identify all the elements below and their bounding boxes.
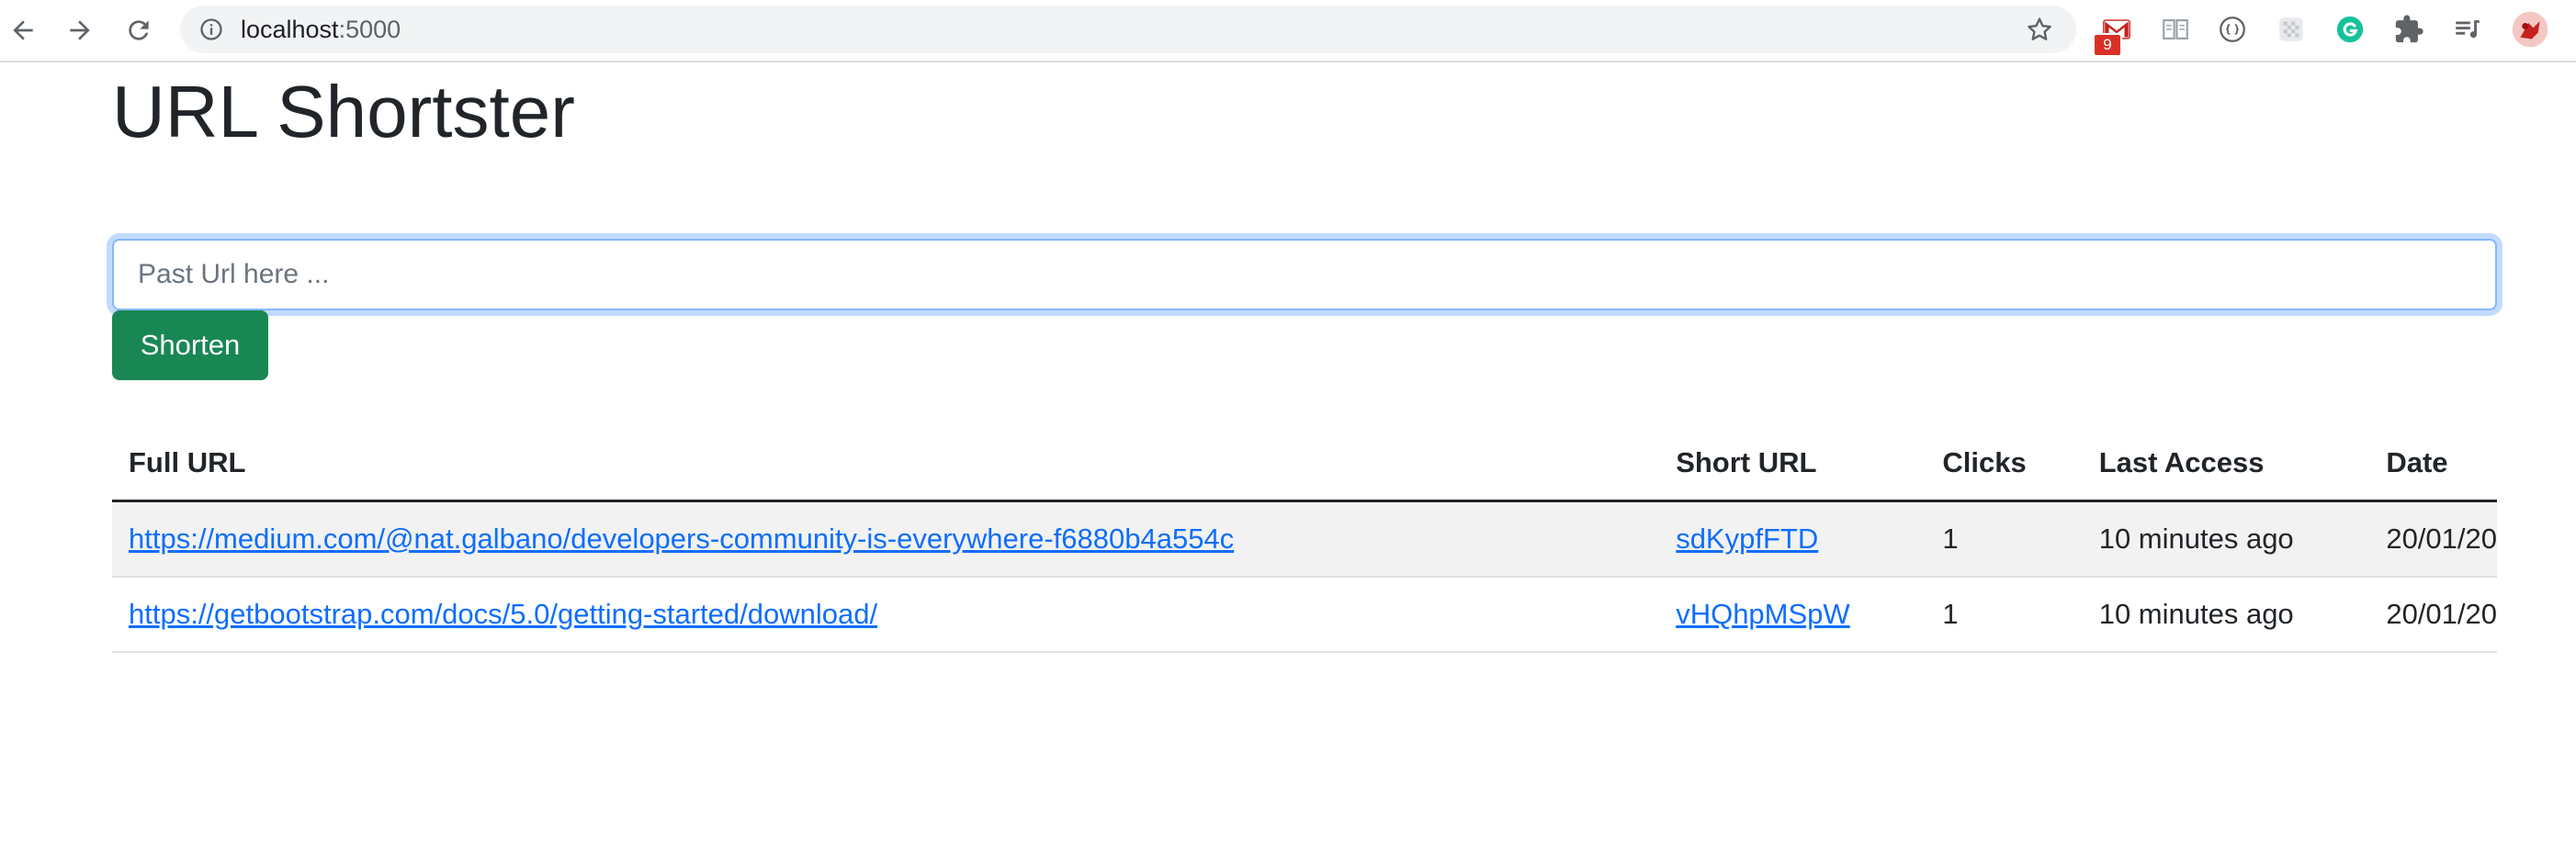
urls-table: Full URL Short URL Clicks Last Access Da… [112, 426, 2497, 653]
reload-icon [129, 20, 149, 40]
header-full-url: Full URL [112, 426, 1660, 502]
last-access-cell: 10 minutes ago [2082, 500, 2370, 578]
table-row: https://medium.com/@nat.galbano/develope… [112, 500, 2497, 578]
full-url-cell: https://getbootstrap.com/docs/5.0/gettin… [112, 577, 1660, 653]
page-title: URL Shortster [112, 71, 575, 152]
json-viewer-extension[interactable] [2216, 13, 2249, 46]
checker-pattern-icon [2279, 17, 2303, 41]
clicks-cell: 1 [1926, 500, 2083, 578]
playlist-music-icon [2456, 20, 2480, 39]
bookmark-star-icon[interactable] [2025, 15, 2054, 44]
braces-circle-icon [2220, 17, 2245, 42]
pattern-extension[interactable] [2275, 13, 2308, 46]
media-control-button[interactable] [2451, 13, 2484, 46]
address-bar[interactable]: localhost:5000 [180, 6, 2076, 53]
url-host: localhost [241, 16, 339, 43]
back-button[interactable] [2, 9, 44, 51]
url-port: :5000 [338, 16, 401, 43]
address-text: localhost:5000 [241, 6, 401, 53]
full-url-link[interactable]: https://getbootstrap.com/docs/5.0/gettin… [129, 598, 877, 630]
full-url-link[interactable]: https://medium.com/@nat.galbano/develope… [129, 523, 1234, 555]
date-cell: 20/01/20 [2369, 500, 2497, 578]
short-url-cell: vHQhpMSpW [1659, 577, 1926, 653]
header-short-url: Short URL [1659, 426, 1926, 502]
browser-toolbar: localhost:5000 9 [0, 0, 2576, 62]
header-date: Date [2369, 426, 2497, 502]
arrow-left-icon [13, 20, 33, 40]
last-access-cell: 10 minutes ago [2082, 577, 2370, 653]
table-row: https://getbootstrap.com/docs/5.0/gettin… [112, 577, 2497, 653]
short-url-link[interactable]: vHQhpMSpW [1676, 598, 1849, 630]
header-last-access: Last Access [2082, 426, 2370, 502]
short-url-cell: sdKypfFTD [1659, 500, 1926, 578]
reader-extension[interactable] [2159, 13, 2192, 46]
shorten-button[interactable]: Shorten [112, 310, 268, 380]
header-clicks: Clicks [1926, 426, 2083, 502]
table-header-row: Full URL Short URL Clicks Last Access Da… [112, 426, 2497, 502]
gmail-unread-badge: 9 [2093, 33, 2122, 57]
full-url-cell: https://medium.com/@nat.galbano/develope… [112, 500, 1660, 578]
date-cell: 20/01/20 [2369, 577, 2497, 653]
avatar [2512, 11, 2548, 48]
extensions-menu-button[interactable] [2392, 13, 2425, 46]
clicks-cell: 1 [1926, 577, 2083, 653]
reload-button[interactable] [118, 9, 160, 51]
puzzle-piece-icon [2395, 15, 2423, 43]
reader-mode-icon [2163, 19, 2188, 39]
grammarly-icon [2336, 16, 2364, 43]
profile-avatar-button[interactable] [2510, 9, 2550, 50]
grammarly-extension[interactable] [2333, 13, 2367, 46]
short-url-link[interactable]: sdKypfFTD [1676, 523, 1818, 555]
forward-button[interactable] [59, 9, 101, 51]
url-input[interactable] [112, 239, 2497, 310]
info-icon[interactable] [198, 17, 224, 42]
arrow-right-icon [70, 20, 90, 40]
